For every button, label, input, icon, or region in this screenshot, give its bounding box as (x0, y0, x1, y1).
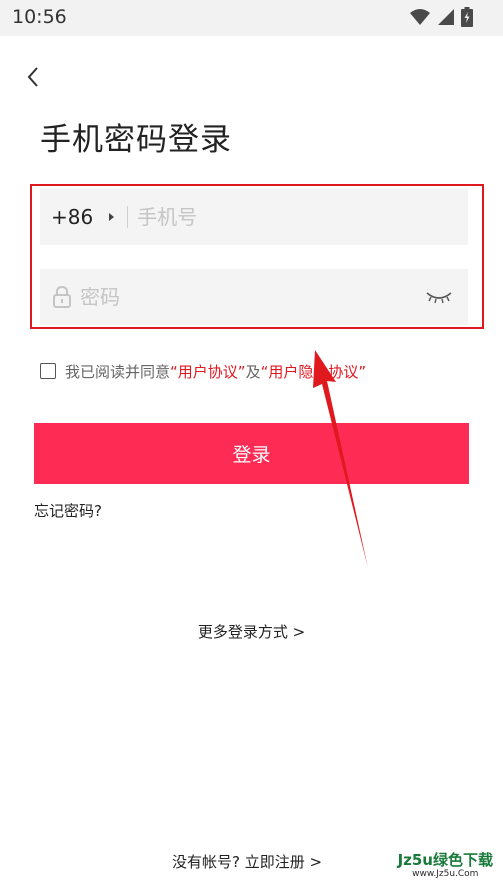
page-title: 手机密码登录 (40, 122, 232, 158)
agreement-joiner: 及 (245, 362, 261, 381)
back-button[interactable] (20, 62, 46, 92)
forgot-password-link[interactable]: 忘记密码? (34, 500, 102, 521)
agreement-row: 我已阅读并同意“用户协议”及“用户隐私协议” (40, 360, 366, 382)
chevron-left-icon (27, 67, 38, 87)
privacy-policy-link[interactable]: “用户隐私协议” (261, 363, 367, 381)
wifi-icon (410, 9, 430, 25)
user-agreement-link[interactable]: “用户协议” (170, 363, 246, 381)
watermark-logo: Jz5u绿色下载 www.Jz5u.Com (397, 851, 493, 880)
highlight-frame (30, 184, 484, 329)
status-icons (409, 6, 473, 28)
agreement-prefix: 我已阅读并同意 (65, 362, 171, 381)
watermark-sub: www.Jz5u.Com (412, 869, 479, 879)
status-time: 10:56 (12, 6, 67, 28)
signal-icon (438, 9, 454, 25)
login-button[interactable]: 登录 (34, 423, 469, 484)
agreement-checkbox[interactable] (40, 363, 56, 379)
register-link[interactable]: 没有帐号? 立即注册 > (172, 851, 322, 872)
battery-icon (461, 7, 473, 27)
agreement-text: 我已阅读并同意“用户协议”及“用户隐私协议” (65, 361, 366, 382)
more-login-options-link[interactable]: 更多登录方式 > (0, 621, 503, 642)
status-bar: 10:56 (0, 0, 503, 36)
watermark-main: Jz5u绿色下载 (397, 851, 493, 869)
